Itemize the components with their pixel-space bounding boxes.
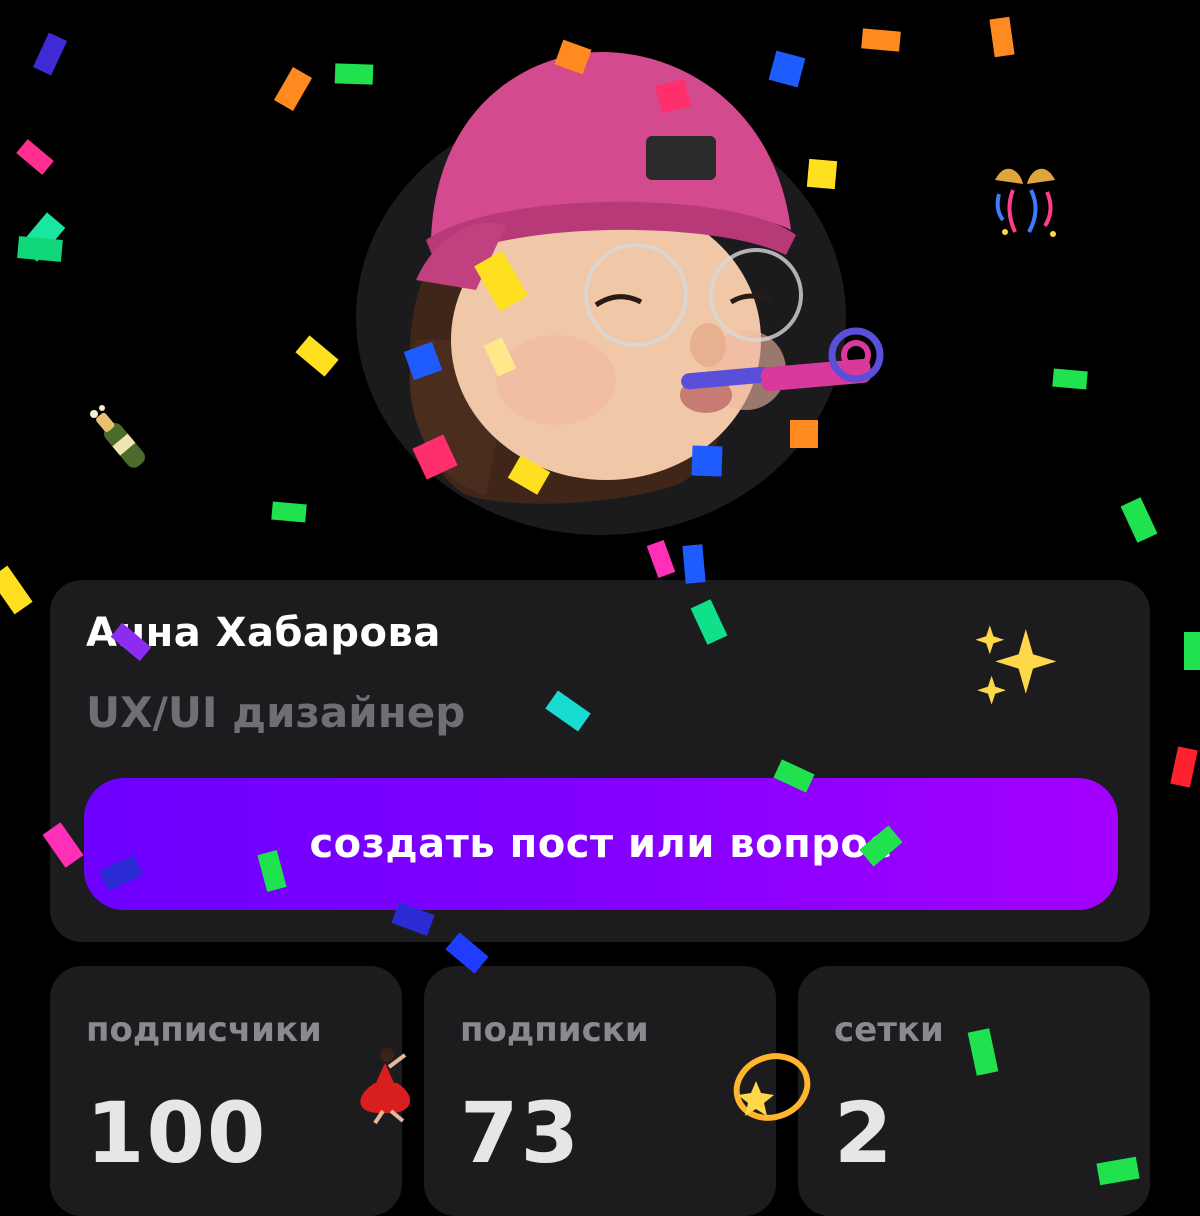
champagne-icon — [90, 405, 145, 468]
profile-card: Анна Хабарова UX/UI дизайнер создать пос… — [50, 580, 1150, 942]
dancer-icon — [360, 1048, 411, 1125]
stat-value: 73 — [460, 1084, 581, 1182]
user-name: Анна Хабарова — [86, 610, 441, 656]
avatar[interactable] — [356, 40, 896, 510]
sparkles-icon — [975, 625, 1057, 705]
stat-following[interactable]: подписки 73 — [424, 966, 776, 1216]
stat-grids[interactable]: сетки 2 — [798, 966, 1150, 1216]
dizzy-star-icon — [733, 1053, 811, 1121]
create-post-button[interactable]: создать пост или вопрос — [84, 778, 1118, 910]
create-post-button-label: создать пост или вопрос — [309, 821, 893, 867]
user-role: UX/UI дизайнер — [86, 688, 466, 737]
stat-label: сетки — [834, 1010, 944, 1050]
stat-value: 100 — [86, 1084, 268, 1182]
stat-label: подписчики — [86, 1010, 322, 1050]
stat-label: подписки — [460, 1010, 649, 1050]
stat-value: 2 — [834, 1084, 895, 1182]
gift-ribbon-icon — [995, 168, 1056, 237]
